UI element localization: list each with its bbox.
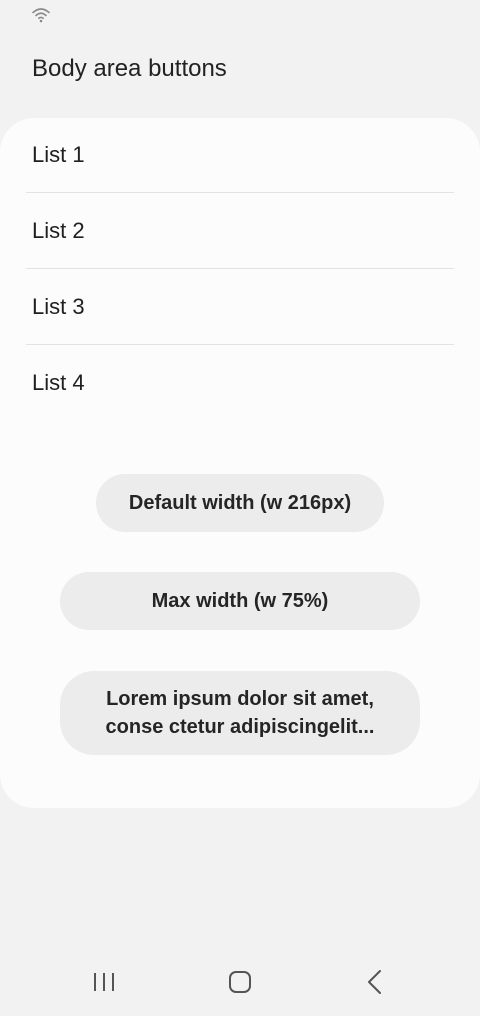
back-button[interactable] [355, 964, 395, 1000]
max-width-button[interactable]: Max width (w 75%) [60, 572, 420, 630]
list-item-4[interactable]: List 4 [26, 345, 454, 421]
page-title: Body area buttons [32, 55, 227, 82]
back-icon [368, 970, 381, 994]
home-button[interactable] [220, 964, 260, 1000]
home-icon [229, 971, 251, 993]
wifi-icon [32, 8, 50, 23]
list-item-2[interactable]: List 2 [26, 193, 454, 269]
default-width-button[interactable]: Default width (w 216px) [96, 474, 384, 532]
status-bar [0, 0, 480, 30]
list-item-3[interactable]: List 3 [26, 269, 454, 345]
list: List 1 List 2 List 3 List 4 [26, 118, 454, 421]
navigation-bar [0, 950, 480, 1016]
recents-button[interactable] [84, 964, 124, 1000]
content-card: List 1 List 2 List 3 List 4 Default widt… [0, 118, 480, 808]
list-item-1[interactable]: List 1 [26, 118, 454, 193]
recents-icon [94, 973, 114, 991]
long-text-button[interactable]: Lorem ipsum dolor sit amet, conse ctetur… [60, 671, 420, 755]
